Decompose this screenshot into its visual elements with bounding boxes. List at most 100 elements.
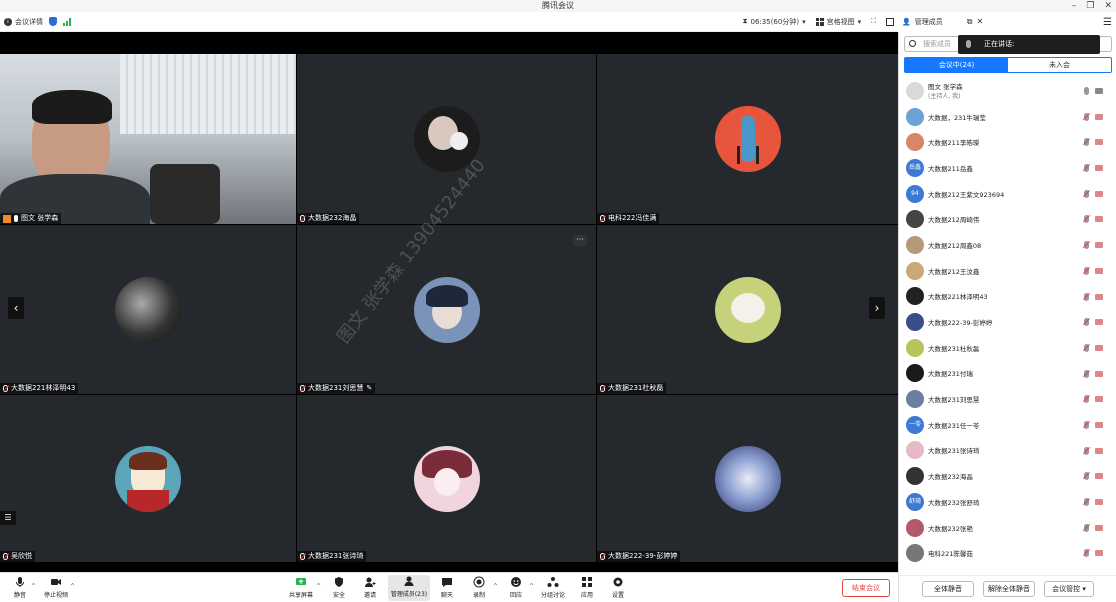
mic-muted-icon[interactable]	[1084, 446, 1089, 455]
end-meeting-button[interactable]: 结束会议	[842, 579, 890, 597]
participant-row[interactable]: 大数据212王汶鑫	[899, 258, 1116, 284]
unmute-all-button[interactable]: 解除全体静音	[983, 581, 1035, 597]
camera-off-icon[interactable]	[1095, 165, 1103, 172]
mute-all-button[interactable]: 全体静音	[922, 581, 974, 597]
prev-page-button[interactable]: ‹	[8, 297, 24, 319]
fullscreen-icon[interactable]: ⛶	[871, 17, 876, 26]
participant-row[interactable]: 大数据231付瑞	[899, 361, 1116, 387]
security-shield-icon[interactable]	[49, 17, 57, 26]
participant-row[interactable]: 大数据232海晶	[899, 463, 1116, 489]
manage-members-button[interactable]: 管理成员(23)	[388, 575, 430, 601]
camera-off-icon[interactable]	[1095, 293, 1103, 300]
tab-in-meeting[interactable]: 会议中(24)	[905, 58, 1008, 72]
camera-off-icon[interactable]	[1095, 396, 1103, 403]
mic-muted-icon[interactable]	[1084, 549, 1089, 558]
camera-icon[interactable]	[1095, 88, 1103, 94]
camera-off-icon[interactable]	[1095, 344, 1103, 351]
video-tile[interactable]: 大数据231杜秋磊	[597, 225, 898, 394]
participant-row[interactable]: 大数据221林泽明43	[899, 284, 1116, 310]
chat-button[interactable]: 聊天	[429, 576, 465, 599]
camera-off-icon[interactable]	[1095, 499, 1103, 505]
popout-icon[interactable]: ⧉	[967, 17, 973, 27]
video-tile[interactable]: 图文 张学森	[0, 54, 296, 224]
settings-button[interactable]: 设置	[600, 576, 636, 599]
restore-icon[interactable]: ❐	[1086, 0, 1094, 12]
participant-row[interactable]: 电科221陈馨茹	[899, 540, 1116, 566]
mic-muted-icon[interactable]	[1084, 266, 1089, 275]
mic-muted-icon[interactable]	[1084, 164, 1089, 173]
participant-row[interactable]: 图文 张学森 (主持人, 我)	[899, 78, 1116, 104]
camera-off-icon[interactable]	[1095, 113, 1103, 120]
camera-off-icon[interactable]	[1095, 370, 1103, 377]
record-button[interactable]: 录制	[461, 576, 497, 599]
participant-row[interactable]: 大数据231刘思慧	[899, 386, 1116, 412]
camera-off-icon[interactable]	[1095, 524, 1103, 531]
mic-muted-icon[interactable]	[1084, 343, 1089, 352]
participant-row[interactable]: 一苓 大数据231任一苓	[899, 412, 1116, 438]
microphone-icon[interactable]	[1084, 87, 1089, 95]
participant-row[interactable]: 大数据232张艳	[899, 515, 1116, 541]
mic-muted-icon[interactable]	[1084, 112, 1089, 121]
participant-row[interactable]: 94 大数据212王紫文923694	[899, 181, 1116, 207]
mic-muted-icon[interactable]	[1084, 420, 1089, 429]
more-options-icon[interactable]: ···	[573, 235, 587, 246]
mic-muted-icon[interactable]	[1084, 215, 1089, 224]
participant-row[interactable]: 大数据231张诗琦	[899, 438, 1116, 464]
participant-row[interactable]: 大数据212周鑫08	[899, 232, 1116, 258]
stop-video-button[interactable]: 停止视频	[38, 576, 74, 599]
camera-off-icon[interactable]	[1095, 421, 1103, 428]
chevron-up-icon[interactable]: ^	[70, 583, 75, 590]
video-tile[interactable]: ☰ 吴欣悦	[0, 395, 296, 562]
close-icon[interactable]: ✕	[1104, 0, 1112, 12]
participant-row[interactable]: 大数据211李皓璨	[899, 129, 1116, 155]
minimize-icon[interactable]: –	[1072, 0, 1077, 12]
camera-off-icon[interactable]	[1095, 242, 1103, 249]
signal-icon[interactable]	[63, 17, 71, 26]
mic-muted-icon[interactable]	[1084, 498, 1089, 506]
meeting-control-button[interactable]: 会议管控 ▾	[1044, 581, 1094, 597]
camera-off-icon[interactable]	[1095, 139, 1103, 146]
video-tile[interactable]: 大数据231张诗琦	[297, 395, 596, 562]
video-tile[interactable]: 电科222冯佳满	[597, 54, 898, 224]
chevron-up-icon[interactable]: ^	[31, 583, 36, 590]
meeting-details-button[interactable]: i 会议详情	[4, 17, 43, 27]
invite-button[interactable]: 邀请	[352, 576, 388, 599]
edit-pencil-icon[interactable]: ✎	[366, 383, 372, 394]
tab-not-joined[interactable]: 未入会	[1008, 58, 1111, 72]
camera-off-icon[interactable]	[1095, 190, 1103, 197]
camera-off-icon[interactable]	[1095, 447, 1103, 454]
chevron-up-icon[interactable]: ^	[529, 583, 534, 590]
participant-row[interactable]: 舒琦 大数据232张舒琦	[899, 489, 1116, 515]
camera-off-icon[interactable]	[1095, 473, 1103, 480]
participant-row[interactable]: 大数据212周崎伟	[899, 206, 1116, 232]
meeting-timer[interactable]: ⧗ 06:35(60分钟) ▾	[743, 17, 806, 27]
menu-icon[interactable]: ☰	[1103, 17, 1112, 28]
mic-muted-icon[interactable]	[1084, 318, 1089, 327]
list-toggle-icon[interactable]: ☰	[0, 511, 16, 525]
mic-muted-icon[interactable]	[1084, 395, 1089, 404]
share-screen-button[interactable]: 共享屏幕	[283, 576, 319, 599]
mic-muted-icon[interactable]	[1084, 138, 1089, 147]
mic-muted-icon[interactable]	[1084, 241, 1089, 250]
mic-muted-icon[interactable]	[1084, 292, 1089, 301]
next-page-button[interactable]: ›	[869, 297, 885, 319]
mic-muted-icon[interactable]	[1084, 472, 1089, 481]
mic-muted-icon[interactable]	[1084, 369, 1089, 378]
camera-off-icon[interactable]	[1095, 319, 1103, 326]
camera-off-icon[interactable]	[1095, 550, 1103, 557]
video-tile[interactable]: 大数据221林泽明43	[0, 225, 296, 394]
breakout-rooms-button[interactable]: 分组讨论	[535, 576, 571, 599]
video-tile[interactable]: 大数据222-39-彭婷婷	[597, 395, 898, 562]
participant-row[interactable]: 大数据，231牛瑞莹	[899, 104, 1116, 130]
participant-row[interactable]: 大数据231杜秋磊	[899, 335, 1116, 361]
camera-off-icon[interactable]	[1095, 216, 1103, 223]
mic-muted-icon[interactable]	[1084, 523, 1089, 532]
view-mode-button[interactable]: 宫格视图 ▾	[815, 17, 861, 27]
participant-row[interactable]: 岳鑫 大数据211岳鑫	[899, 155, 1116, 181]
close-panel-icon[interactable]: ✕	[976, 17, 983, 27]
participant-row[interactable]: 大数据222-39-彭婷婷	[899, 309, 1116, 335]
mic-muted-icon[interactable]	[1084, 189, 1089, 198]
video-tile[interactable]: 大数据231刘思慧 ✎ ···	[297, 225, 596, 394]
camera-off-icon[interactable]	[1095, 267, 1103, 274]
sidebar-toggle-icon[interactable]	[886, 17, 894, 26]
